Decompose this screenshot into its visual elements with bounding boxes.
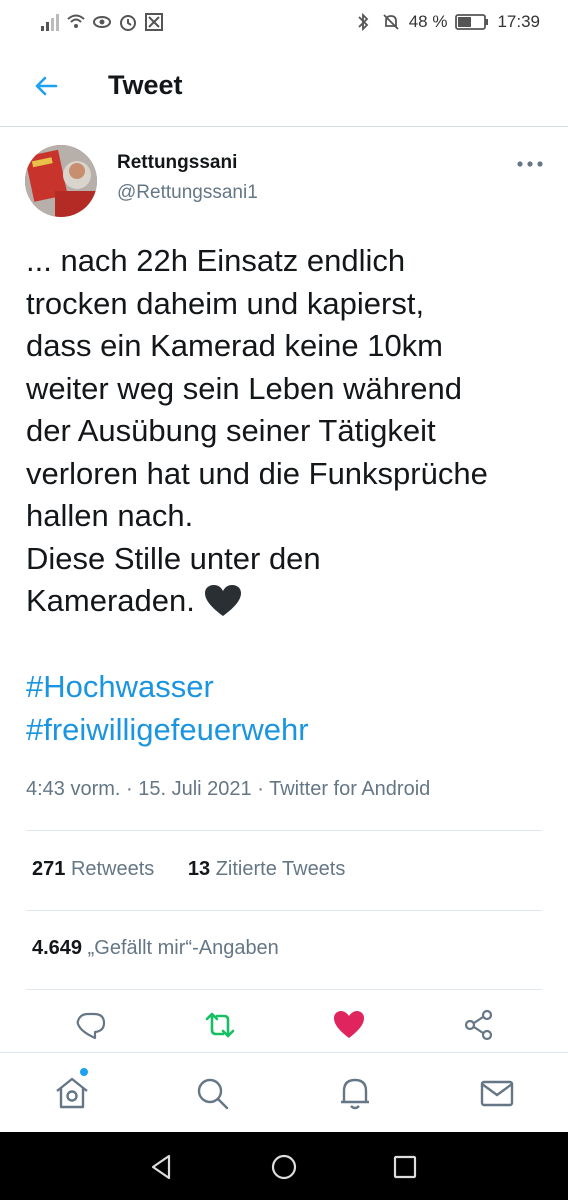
more-options-icon[interactable] (512, 150, 548, 178)
tweet-text-line: Kameraden. (26, 583, 195, 618)
tweet-text-line: trocken daheim und kapierst, (26, 285, 425, 321)
divider (26, 989, 542, 990)
home-icon[interactable] (52, 1073, 92, 1113)
wifi-icon (67, 14, 85, 28)
android-home-icon[interactable] (269, 1152, 299, 1182)
eye-icon (93, 16, 111, 28)
notifications-bell-icon[interactable] (335, 1073, 375, 1113)
reply-icon[interactable] (74, 1008, 108, 1042)
quotes-count: 13 (187, 858, 211, 880)
divider (26, 910, 542, 911)
search-icon[interactable] (192, 1073, 232, 1113)
retweets-label: Retweets (70, 858, 155, 880)
back-arrow-icon[interactable] (28, 68, 64, 104)
divider (26, 830, 542, 831)
clock: 17:39 (497, 12, 540, 31)
battery-icon (455, 14, 489, 30)
app-notification-icon (145, 13, 163, 31)
tweet-actions (0, 1000, 568, 1050)
status-icons-right: 48 % 17:39 (353, 12, 540, 32)
tweet-text-line: weiter weg sein Leben während (26, 370, 462, 406)
hashtag-link[interactable]: #Hochwasser (26, 666, 309, 709)
android-recents-icon[interactable] (390, 1152, 420, 1182)
retweet-icon[interactable] (203, 1008, 237, 1042)
black-heart-icon (204, 585, 241, 616)
user-handle[interactable]: @Rettungssani1 (117, 182, 258, 204)
retweets-stat[interactable]: 271 Retweets (32, 858, 154, 880)
mute-icon (383, 14, 399, 30)
tweet-text-line: ... nach 22h Einsatz endlich (26, 243, 406, 278)
bottom-navigation (0, 1052, 568, 1133)
tweet-text-line: Diese Stille unter den (26, 540, 321, 576)
share-icon[interactable] (462, 1008, 496, 1042)
android-back-icon[interactable] (147, 1152, 177, 1182)
retweets-count: 271 (32, 858, 66, 880)
page-title: Tweet (108, 70, 183, 100)
notification-dot (80, 1068, 88, 1076)
tweet-text-line: hallen nach. (26, 498, 194, 533)
alarm-icon (120, 15, 136, 31)
tweet-text: ... nach 22h Einsatz endlich trocken dah… (26, 240, 554, 623)
avatar-image (25, 145, 97, 217)
likes-label: „Gefällt mir“-Angaben (87, 937, 279, 959)
quotes-stat[interactable]: 13 Zitierte Tweets (188, 858, 346, 880)
quotes-label: Zitierte Tweets (215, 858, 346, 880)
likes-stat[interactable]: 4.649 „Gefällt mir“-Angaben (32, 937, 279, 959)
retweet-stats-row: 271 Retweets 13 Zitierte Tweets (32, 858, 345, 881)
messages-envelope-icon[interactable] (477, 1073, 517, 1113)
tweet-text-line: dass ein Kamerad keine 10km (26, 328, 444, 363)
likes-stats-row: 4.649 „Gefällt mir“-Angaben (32, 937, 279, 960)
status-icons-left (40, 12, 164, 32)
tweet-meta: 4:43 vorm. · 15. Juli 2021 · Twitter for… (26, 778, 431, 800)
avatar[interactable] (25, 145, 97, 217)
battery-percent: 48 % (408, 12, 448, 31)
like-icon[interactable] (332, 1008, 366, 1042)
bluetooth-icon (358, 12, 368, 32)
android-navigation-bar (0, 1132, 568, 1200)
tweet-text-line: verloren hat und die Funksprüche (26, 455, 488, 491)
tweet-text-line-last: Kameraden. (26, 580, 554, 623)
likes-count: 4.649 (32, 937, 83, 959)
hashtags: #Hochwasser #freiwilligefeuerwehr (26, 666, 309, 751)
signal-icon (41, 14, 59, 31)
tweet-text-line: der Ausübung seiner Tätigkeit (26, 413, 436, 448)
status-bar: 48 % 17:39 (0, 0, 568, 46)
hashtag-link[interactable]: #freiwilligefeuerwehr (26, 709, 309, 752)
header: Tweet (0, 46, 568, 127)
display-name[interactable]: Rettungssani (117, 152, 237, 174)
